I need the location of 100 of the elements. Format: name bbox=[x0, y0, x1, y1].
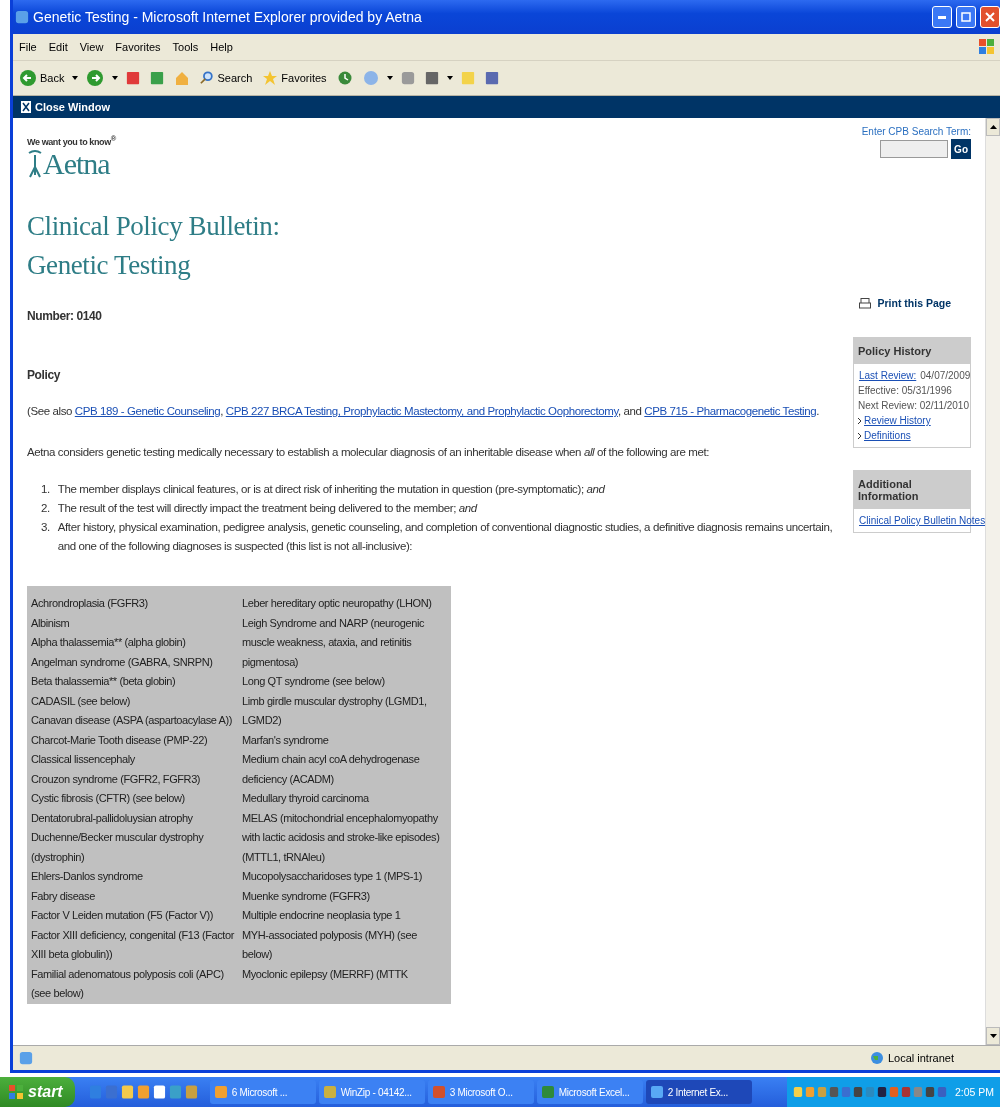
diagnosis-text: Classical lissencephaly bbox=[31, 752, 136, 767]
taskbar-button[interactable]: WinZip - 04142... bbox=[318, 1080, 425, 1104]
diagnosis-text: Leber hereditary optic neuropathy (LHON) bbox=[242, 596, 433, 611]
criterion-text: The result of the test will directly impact the treatment being delivered to the member; and bbox=[57, 501, 477, 516]
see-also-text: (See also CPB 189 - Genetic Counseling, CPB 227 BRCA Testing, Prophylactic Mastectomy, and Prophylactic Oophorectomy, and CPB 715 - Pharmacogenetic Testing. bbox=[27, 404, 821, 419]
diagnosis-text: Myoclonic epilepsy (MERRF) (MTTK bbox=[242, 966, 409, 982]
diagnosis-text: Albinism bbox=[31, 615, 71, 631]
app-icon bbox=[649, 1085, 664, 1099]
search-button[interactable]: Search bbox=[198, 71, 255, 85]
diagnosis-text: Crouzon syndrome (FGFR2, FGFR3) bbox=[31, 771, 202, 787]
windows-logo-icon bbox=[978, 38, 996, 56]
taskbar-button[interactable]: Microsoft Excel... bbox=[536, 1080, 643, 1104]
policy-link[interactable]: CPB 227 BRCA Testing, Prophylactic Mastectomy, and Prophylactic Oophorectomy bbox=[225, 405, 618, 417]
search-icon bbox=[200, 71, 215, 85]
logo-text: Aetna bbox=[43, 147, 110, 181]
taskbar-button[interactable]: 3 Microsoft O... bbox=[427, 1080, 534, 1104]
diagnosis-text: Familial adenomatous polyposis coli (APC) (see below) bbox=[31, 966, 225, 1001]
sidebar-link[interactable]: Definitions bbox=[864, 430, 911, 441]
diagnosis-text: Medium chain acyl coA dehydrogenase deficiency (ACADM) bbox=[242, 752, 421, 787]
close-button[interactable] bbox=[980, 6, 1000, 28]
policy-date: Next Review: 02/11/2010 bbox=[857, 399, 970, 413]
list-number: 2. bbox=[41, 501, 50, 516]
launch-icon[interactable] bbox=[152, 1084, 166, 1100]
intro-text: Aetna considers genetic testing medically necessary to establish a molecular diagnosis of an inheritable disease when all of the following are met: bbox=[27, 445, 711, 460]
star-icon bbox=[262, 70, 279, 86]
page-title: Clinical Policy Bulletin: bbox=[27, 210, 281, 243]
taskbar-button[interactable]: 2 Internet Ex... bbox=[645, 1080, 752, 1104]
window-title: Genetic Testing - Microsoft Internet Explorer provided by Aetna bbox=[33, 9, 423, 25]
diagnosis-text: Dentatorubral-pallidoluysian atrophy bbox=[31, 810, 194, 826]
menu-item[interactable]: View bbox=[73, 41, 110, 53]
diagnosis-text: Alpha thalassemia** (alpha globin) bbox=[31, 635, 187, 650]
menu-item[interactable]: Favorites bbox=[109, 41, 167, 53]
policy-heading: Policy bbox=[27, 368, 62, 382]
diagnosis-text: Achrondroplasia (FGFR3) bbox=[31, 596, 149, 611]
menu-item[interactable]: Tools bbox=[166, 41, 205, 53]
down-arrow-icon bbox=[989, 1034, 997, 1038]
clock-text: 2:05 PM bbox=[954, 1086, 994, 1098]
back-button[interactable]: Back bbox=[17, 69, 67, 87]
launch-icon[interactable] bbox=[136, 1084, 150, 1100]
minimize-button[interactable] bbox=[932, 6, 952, 28]
launch-icon[interactable] bbox=[184, 1084, 198, 1100]
close-icon bbox=[985, 12, 995, 22]
sidebar-link[interactable]: Review History bbox=[864, 415, 931, 426]
search-field[interactable] bbox=[880, 140, 949, 158]
panel-heading: Policy History bbox=[854, 338, 970, 364]
diagnosis-text: Angelman syndrome (GABRA, SNRPN) bbox=[31, 654, 214, 670]
maximize-icon bbox=[961, 12, 971, 22]
print-link[interactable]: Print this Page bbox=[877, 297, 951, 309]
tray-icon[interactable] bbox=[924, 1085, 935, 1099]
tray-icon[interactable] bbox=[900, 1085, 911, 1099]
windows-logo-icon bbox=[8, 1084, 24, 1100]
maximize-button[interactable] bbox=[956, 6, 976, 28]
app-icon bbox=[213, 1085, 228, 1099]
search-label: Enter CPB Search Term: bbox=[861, 126, 971, 137]
go-button[interactable]: Go bbox=[951, 139, 971, 159]
page-title: Genetic Testing bbox=[27, 249, 192, 282]
diagnosis-text: Leigh Syndrome and NARP (neurogenic muscle weakness, ataxia, and retinitis pigmentosa) bbox=[242, 615, 426, 670]
tagline: We want you to know$^{®}$ bbox=[27, 134, 117, 147]
diagnosis-text: Medullary thyroid carcinoma bbox=[242, 791, 370, 806]
policy-number: Number: 0140 bbox=[27, 309, 103, 323]
criterion-text: After history, physical examination, pedigree analysis, genetic counseling, and completion of conventional diagnostic studies, a definitive diagnosis remains uncertain, and one of the following diagnoses is suspected (this list is not all-inclusive): bbox=[57, 520, 834, 554]
diagnosis-text: Limb girdle muscular dystrophy (LGMD1, LGMD2) bbox=[242, 693, 428, 728]
launch-icon[interactable] bbox=[120, 1084, 134, 1100]
sidebar-link[interactable]: Last Review: bbox=[859, 370, 917, 381]
review-date: 04/07/2009 bbox=[920, 369, 971, 383]
dropdown-arrow-icon bbox=[386, 76, 393, 80]
menu-item[interactable]: Help bbox=[204, 41, 239, 53]
menu-item[interactable]: Edit bbox=[42, 41, 74, 53]
taskbar-button[interactable]: 6 Microsoft ... bbox=[209, 1080, 316, 1104]
diagnosis-text: Charcot-Marie Tooth disease (PMP-22) bbox=[31, 732, 209, 748]
menu-item[interactable]: File bbox=[13, 41, 43, 53]
app-icon bbox=[540, 1085, 555, 1099]
list-number: 1. bbox=[41, 482, 50, 497]
diagnosis-text: CADASIL (see below) bbox=[31, 693, 131, 709]
sidebar-link[interactable]: Clinical Policy Bulletin Notes bbox=[859, 515, 985, 526]
zone-text: Local intranet bbox=[887, 1052, 954, 1064]
favorites-button[interactable]: Favorites bbox=[260, 70, 329, 86]
tray-icon[interactable] bbox=[876, 1085, 887, 1099]
diagnosis-text: Factor V Leiden mutation (F5 (Factor V)) bbox=[31, 908, 215, 923]
app-icon bbox=[322, 1085, 337, 1099]
dropdown-arrow-icon bbox=[72, 76, 79, 80]
diagnosis-text: Beta thalassemia** (beta globin) bbox=[31, 674, 177, 689]
diagnosis-text: Cystic fibrosis (CFTR) (see below) bbox=[31, 791, 186, 806]
tray-icon[interactable] bbox=[828, 1085, 839, 1099]
minimize-icon bbox=[938, 15, 946, 19]
up-arrow-icon bbox=[989, 125, 997, 129]
diagnosis-text: Multiple endocrine neoplasia type 1 bbox=[242, 908, 402, 923]
policy-date: Effective: 05/31/1996 bbox=[857, 384, 953, 398]
diagnosis-text: Long QT syndrome (see below) bbox=[242, 674, 386, 689]
diagnosis-text: Mucopolysaccharidoses type 1 (MPS-1) bbox=[242, 869, 423, 884]
figure-logo-icon bbox=[27, 149, 43, 179]
diagnosis-text: Factor XIII deficiency, congenital (F13 (Factor XIII beta globulin)) bbox=[31, 927, 236, 962]
app-icon bbox=[431, 1085, 446, 1099]
home-icon bbox=[174, 70, 191, 86]
scrollbar[interactable] bbox=[985, 118, 1000, 1045]
diagnosis-text: Marfan's syndrome bbox=[242, 732, 330, 748]
tray-icon[interactable] bbox=[852, 1085, 863, 1099]
diagnosis-text: Ehlers-Danlos syndrome bbox=[31, 869, 144, 884]
criterion-text: The member displays clinical features, or is at direct risk of inheriting the mutation in question (pre-symptomatic); and bbox=[57, 482, 605, 497]
close-window-link[interactable]: Close Window bbox=[21, 101, 111, 113]
